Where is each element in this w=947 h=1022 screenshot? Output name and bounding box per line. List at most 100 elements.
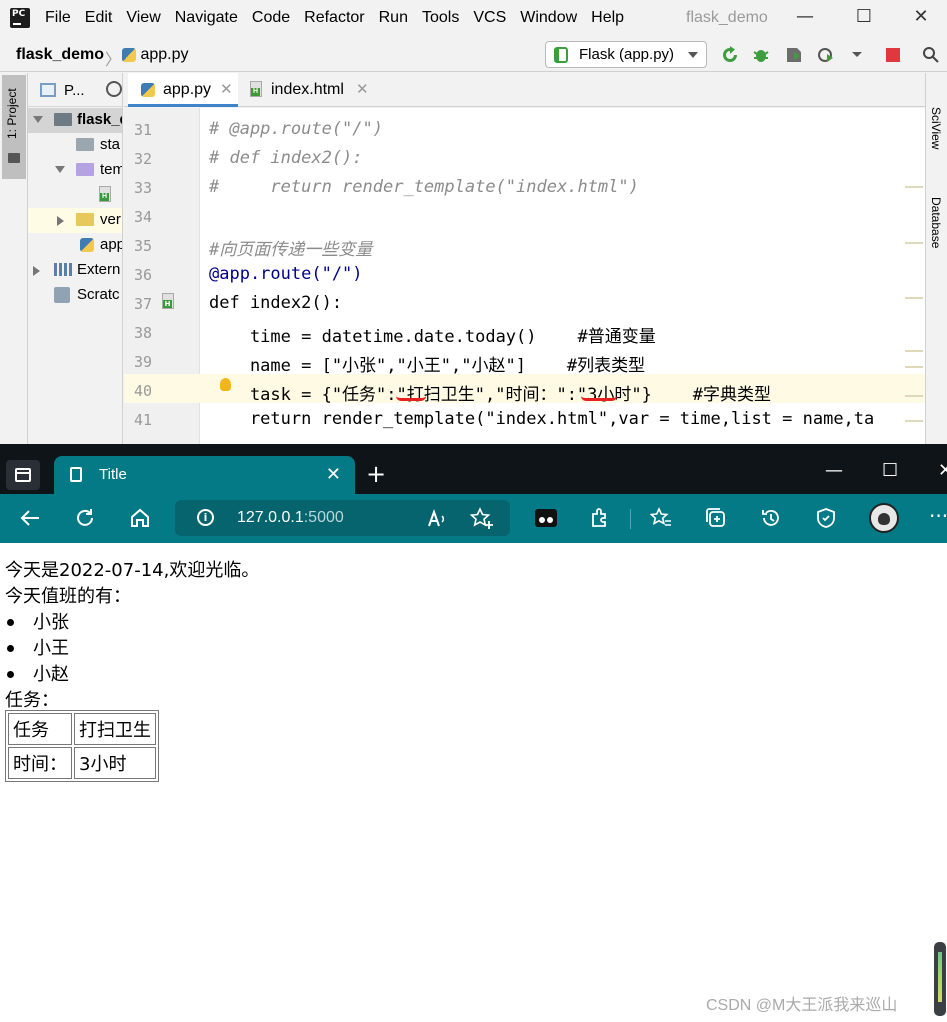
add-favorite-icon[interactable] xyxy=(470,507,494,531)
search-icon[interactable] xyxy=(922,46,940,64)
sciview-tool-tab[interactable]: SciView xyxy=(929,107,943,149)
greeting-text: 今天是2022-07-14,欢迎光临。 xyxy=(5,560,260,581)
close-tab-icon[interactable]: ✕ xyxy=(356,80,369,98)
table-row: 时间： 3小时 xyxy=(8,747,156,779)
extensions-icon[interactable] xyxy=(589,507,611,529)
tree-item-templates[interactable]: tem xyxy=(28,158,122,183)
scroll-marker xyxy=(905,420,923,422)
home-icon[interactable] xyxy=(129,507,151,529)
ide-minimize-button[interactable]: — xyxy=(790,6,820,27)
table-cell: 3小时 xyxy=(74,747,156,779)
scroll-marker xyxy=(905,242,923,244)
line-number: 34 xyxy=(133,208,152,226)
editor-tab-bar: app.py ✕ H index.html ✕ xyxy=(124,73,925,107)
folder-icon xyxy=(54,113,72,126)
tree-item-index-html[interactable]: H xyxy=(28,183,122,208)
scroll-marker xyxy=(905,395,923,397)
chevron-right-icon xyxy=(57,216,64,226)
tree-item-label: flask_d xyxy=(77,111,122,128)
menu-run[interactable]: Run xyxy=(379,9,408,27)
breadcrumb-project[interactable]: flask_demo xyxy=(16,46,104,64)
folder-icon xyxy=(76,163,94,176)
browser-tab-title[interactable]: Title ✕ xyxy=(54,456,355,494)
back-icon[interactable] xyxy=(19,507,41,529)
html-template-gutter-icon[interactable]: H xyxy=(162,293,174,309)
menu-edit[interactable]: Edit xyxy=(85,9,113,27)
history-icon[interactable] xyxy=(760,507,782,529)
tab-app-py[interactable]: app.py ✕ xyxy=(128,73,238,107)
menu-refactor[interactable]: Refactor xyxy=(304,9,364,27)
new-tab-button[interactable]: + xyxy=(366,460,386,488)
code-line: name = ["小张","小王","小赵"] #列表类型 xyxy=(209,356,646,376)
breadcrumb-file-label: app.py xyxy=(140,46,189,63)
html-file-icon: H xyxy=(99,186,111,202)
database-tool-tab[interactable]: Database xyxy=(929,197,943,248)
chevron-down-icon xyxy=(33,116,43,123)
line-number: 36 xyxy=(133,266,152,284)
tree-item-external-libraries[interactable]: Extern xyxy=(28,258,122,283)
refresh-icon[interactable] xyxy=(74,507,96,529)
tree-item-project-root[interactable]: flask_d xyxy=(28,108,122,133)
browser-close-button[interactable]: ✕ xyxy=(938,460,947,481)
favorites-icon[interactable] xyxy=(650,507,672,529)
table-row: 任务 打扫卫生 xyxy=(8,713,156,745)
profile-avatar[interactable] xyxy=(869,503,899,533)
menu-tools[interactable]: Tools xyxy=(422,9,459,27)
code-line: # return render_template("index.html") xyxy=(209,177,639,197)
menu-window[interactable]: Window xyxy=(520,9,577,27)
profile-icon[interactable] xyxy=(817,46,835,64)
extension-glasses-icon[interactable] xyxy=(534,507,558,529)
rerun-icon[interactable] xyxy=(721,46,739,64)
ide-close-button[interactable]: ✕ xyxy=(906,6,936,27)
web-page-content: 今天是2022-07-14,欢迎光临。 今天值班的有： 小张 小王 小赵 任务：… xyxy=(0,543,947,1022)
tree-item-static[interactable]: sta xyxy=(28,133,122,158)
menu-view[interactable]: View xyxy=(126,9,160,27)
chevron-right-icon xyxy=(33,266,40,276)
menu-navigate[interactable]: Navigate xyxy=(175,9,238,27)
project-view-selector[interactable]: P... xyxy=(64,82,85,99)
code-line: # def index2(): xyxy=(209,148,363,168)
ide-maximize-button[interactable]: ☐ xyxy=(849,6,879,27)
address-bar[interactable]: i 127.0.0.1:5000 xyxy=(175,500,510,536)
run-dropdown-icon[interactable] xyxy=(849,46,867,64)
tab-index-html[interactable]: H index.html ✕ xyxy=(238,73,378,107)
menu-help[interactable]: Help xyxy=(591,9,624,27)
locate-file-icon[interactable] xyxy=(106,81,122,97)
code-editor[interactable]: # @app.route("/") # def index2(): # retu… xyxy=(200,108,925,444)
browser-essentials-icon[interactable] xyxy=(815,507,837,529)
navigation-bar: flask_demo 〉 app.py Flask (app.py) xyxy=(0,38,947,72)
line-number: 37 xyxy=(133,295,152,313)
toolbar-separator xyxy=(630,509,631,529)
read-aloud-icon[interactable] xyxy=(426,508,448,530)
browser-maximize-button[interactable]: ☐ xyxy=(882,460,898,481)
close-tab-icon[interactable]: ✕ xyxy=(220,80,233,98)
line-number: 41 xyxy=(133,411,152,429)
task-table: 任务 打扫卫生 时间： 3小时 xyxy=(5,710,159,782)
tree-item-app-py[interactable]: app xyxy=(28,233,122,258)
more-options-icon[interactable]: ··· xyxy=(929,505,947,527)
coverage-icon[interactable] xyxy=(785,46,803,64)
run-configuration-dropdown[interactable]: Flask (app.py) xyxy=(545,41,707,68)
tree-item-scratches[interactable]: Scratc xyxy=(28,283,122,308)
scroll-marker xyxy=(905,297,923,299)
url-host: 127.0.0.1 xyxy=(237,509,304,526)
line-number: 33 xyxy=(133,179,152,197)
menu-vcs[interactable]: VCS xyxy=(473,9,506,27)
tab-actions-icon[interactable] xyxy=(6,460,40,490)
side-widget[interactable] xyxy=(934,942,946,1016)
collections-icon[interactable] xyxy=(705,507,727,529)
breadcrumb-file[interactable]: app.py xyxy=(122,46,189,64)
folder-icon xyxy=(76,138,94,151)
close-tab-icon[interactable]: ✕ xyxy=(326,464,341,485)
project-tool-tab[interactable]: 1: Project xyxy=(2,75,26,179)
site-info-icon[interactable]: i xyxy=(197,509,214,526)
tree-item-venv[interactable]: ver xyxy=(28,208,122,233)
chevron-down-icon xyxy=(688,52,698,58)
stop-icon[interactable] xyxy=(884,46,902,64)
run-configuration-label: Flask (app.py) xyxy=(579,46,675,63)
browser-minimize-button[interactable]: — xyxy=(825,460,843,481)
table-cell: 任务 xyxy=(8,713,72,745)
menu-code[interactable]: Code xyxy=(252,9,290,27)
debug-icon[interactable] xyxy=(752,46,770,64)
menu-file[interactable]: File xyxy=(45,9,71,27)
